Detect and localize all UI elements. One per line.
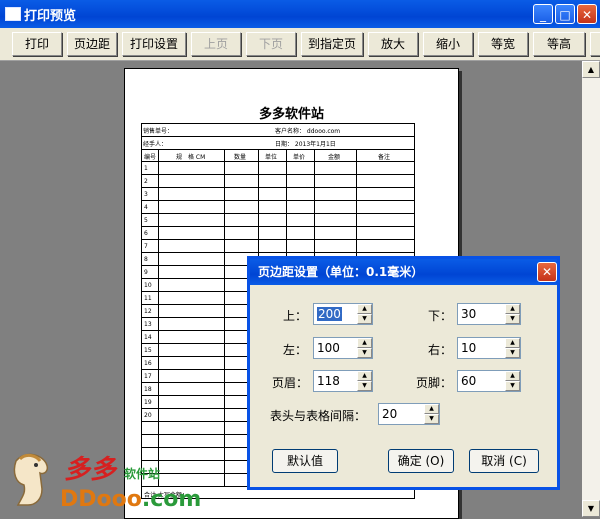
col-header: 编号 — [144, 154, 157, 161]
right-margin-value[interactable]: 10 — [461, 341, 476, 355]
prev-page-button[interactable]: 上页 — [191, 32, 241, 56]
toolbar-overflow-button[interactable] — [590, 32, 600, 56]
footer-margin-value[interactable]: 60 — [461, 374, 476, 388]
dialog-close-button[interactable]: ✕ — [537, 262, 557, 282]
col-header: 金额 — [328, 154, 341, 161]
scroll-down-icon[interactable]: ▼ — [582, 500, 600, 517]
horse-logo-icon — [13, 453, 49, 506]
report-title: 多多软件站 — [258, 107, 324, 122]
row-number: 15 — [144, 347, 152, 354]
row-number: 1 — [144, 165, 148, 172]
header-margin-input[interactable]: 118 ▲ ▼ — [313, 370, 373, 392]
vertical-scrollbar[interactable]: ▲ ▼ — [582, 61, 600, 517]
spin-up-icon[interactable]: ▲ — [424, 404, 439, 414]
col-header: 单价 — [293, 154, 306, 161]
print-settings-button[interactable]: 打印设置 — [122, 32, 186, 56]
top-margin-label: 上： — [283, 309, 308, 323]
col-header: 数量 — [234, 154, 247, 161]
footer-margin-input[interactable]: 60 ▲ ▼ — [457, 370, 521, 392]
row-number: 14 — [144, 334, 152, 341]
next-page-button[interactable]: 下页 — [246, 32, 296, 56]
row-number: 17 — [144, 373, 152, 380]
fit-height-button[interactable]: 等高 — [533, 32, 585, 56]
header-gap-value[interactable]: 20 — [382, 407, 397, 421]
right-margin-input[interactable]: 10 ▲ ▼ — [457, 337, 521, 359]
header-margin-value[interactable]: 118 — [317, 374, 340, 388]
spin-up-icon[interactable]: ▲ — [357, 371, 372, 381]
spin-down-icon[interactable]: ▼ — [357, 381, 372, 391]
cancel-button[interactable]: 取消 (C) — [469, 449, 539, 473]
row-number: 16 — [144, 360, 152, 367]
row-number: 3 — [144, 191, 148, 198]
row-number: 8 — [144, 256, 148, 263]
left-margin-input[interactable]: 100 ▲ ▼ — [313, 337, 373, 359]
top-margin-value[interactable]: 200 — [317, 307, 342, 321]
bottom-margin-label: 下： — [428, 309, 453, 323]
row-number: 10 — [144, 282, 152, 289]
toolbar: 打印 页边距 打印设置 上页 下页 到指定页 放大 缩小 等宽 等高 — [0, 28, 600, 61]
logo-domain-main: DDooo — [60, 487, 142, 512]
fit-width-button[interactable]: 等宽 — [478, 32, 528, 56]
row-number: 11 — [144, 295, 152, 302]
default-values-button[interactable]: 默认值 — [272, 449, 338, 473]
col-header: 备注 — [378, 154, 391, 161]
zoom-out-button[interactable]: 缩小 — [423, 32, 473, 56]
row-number: 20 — [144, 412, 152, 419]
goto-page-button[interactable]: 到指定页 — [301, 32, 363, 56]
app-icon — [5, 7, 21, 21]
minimize-button[interactable]: _ — [533, 4, 553, 24]
spin-down-icon[interactable]: ▼ — [357, 348, 372, 358]
logo-cn-text: 多多 — [64, 455, 117, 485]
right-margin-label: 右： — [428, 343, 453, 357]
row-number: 9 — [144, 269, 148, 276]
spin-up-icon[interactable]: ▲ — [505, 338, 520, 348]
logo-cn-subtext: 软件站 — [124, 467, 161, 481]
row-number: 7 — [144, 243, 148, 250]
left-margin-value[interactable]: 100 — [317, 341, 340, 355]
col-header: 单位 — [265, 154, 278, 161]
left-margin-label: 左： — [283, 343, 308, 357]
bottom-margin-input[interactable]: 30 ▲ ▼ — [457, 303, 521, 325]
site-logo: 多多 软件站 DDooo.com — [0, 445, 201, 517]
header-gap-input[interactable]: 20 ▲ ▼ — [378, 403, 440, 425]
bottom-margin-value[interactable]: 30 — [461, 307, 476, 321]
logo-domain-suffix: .com — [141, 487, 202, 512]
dialog-title: 页边距设置（单位：0.1毫米） — [258, 265, 424, 279]
spin-up-icon[interactable]: ▲ — [357, 304, 372, 314]
dialog-titlebar: 页边距设置（单位：0.1毫米） ✕ — [250, 259, 557, 285]
spin-up-icon[interactable]: ▲ — [357, 338, 372, 348]
row-number: 18 — [144, 386, 152, 393]
row-number: 4 — [144, 204, 148, 211]
print-button[interactable]: 打印 — [12, 32, 62, 56]
spin-up-icon[interactable]: ▲ — [505, 371, 520, 381]
logo-domain: DDooo.com — [60, 487, 201, 512]
spin-up-icon[interactable]: ▲ — [505, 304, 520, 314]
spin-down-icon[interactable]: ▼ — [505, 314, 520, 324]
maximize-button[interactable]: □ — [555, 4, 575, 24]
scroll-up-icon[interactable]: ▲ — [582, 61, 600, 78]
top-margin-input[interactable]: 200 ▲ ▼ — [313, 303, 373, 325]
row-number: 6 — [144, 230, 148, 237]
margins-button[interactable]: 页边距 — [67, 32, 117, 56]
spin-down-icon[interactable]: ▼ — [505, 348, 520, 358]
row-number: 19 — [144, 399, 152, 406]
window-title: 打印预览 — [24, 9, 77, 24]
window-titlebar: 打印预览 _ □ ✕ — [0, 0, 600, 28]
row-number: 13 — [144, 321, 152, 328]
row-number: 12 — [144, 308, 152, 315]
spin-down-icon[interactable]: ▼ — [357, 314, 372, 324]
header-gap-label: 表头与表格间隔： — [270, 409, 367, 423]
ok-button[interactable]: 确定 (O) — [388, 449, 454, 473]
footer-margin-label: 页脚： — [416, 376, 453, 390]
header-margin-label: 页眉： — [272, 376, 309, 390]
row-number: 5 — [144, 217, 148, 224]
col-header: 规 格 CM — [176, 154, 206, 161]
zoom-in-button[interactable]: 放大 — [368, 32, 418, 56]
close-button[interactable]: ✕ — [577, 4, 597, 24]
spin-down-icon[interactable]: ▼ — [505, 381, 520, 391]
row-number: 2 — [144, 178, 148, 185]
spin-down-icon[interactable]: ▼ — [424, 414, 439, 424]
margin-settings-dialog: 页边距设置（单位：0.1毫米） ✕ 上： 200 ▲ ▼ 下： 30 ▲ ▼ 左… — [247, 256, 560, 490]
